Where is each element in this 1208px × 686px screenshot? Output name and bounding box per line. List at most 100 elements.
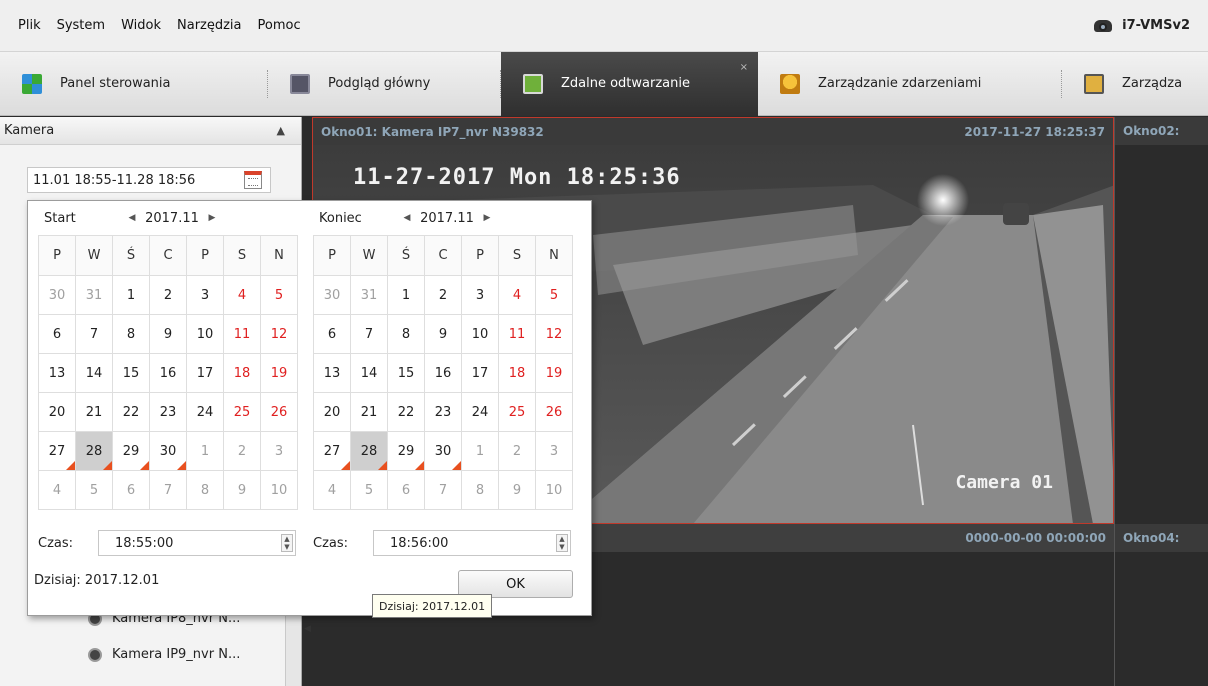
prev-month-icon[interactable]: ◀ xyxy=(122,213,142,223)
time-spinner[interactable]: ▲ ▼ xyxy=(281,534,293,552)
end-day-cell[interactable]: 5 xyxy=(350,470,388,510)
start-time-input[interactable]: 18:55:00 ▲ ▼ xyxy=(98,530,296,556)
end-day-cell[interactable]: 5 xyxy=(535,275,573,315)
end-day-cell[interactable]: 15 xyxy=(387,353,425,393)
end-time-input[interactable]: 18:56:00 ▲ ▼ xyxy=(373,530,571,556)
start-day-cell[interactable]: 31 xyxy=(75,275,113,315)
start-day-cell[interactable]: 27 xyxy=(38,431,76,471)
start-day-cell[interactable]: 3 xyxy=(260,431,298,471)
end-day-cell[interactable]: 16 xyxy=(424,353,462,393)
end-day-cell[interactable]: 29 xyxy=(387,431,425,471)
end-day-cell[interactable]: 3 xyxy=(535,431,573,471)
end-day-cell[interactable]: 1 xyxy=(461,431,499,471)
menu-view[interactable]: Widok xyxy=(113,18,169,33)
end-day-cell[interactable]: 11 xyxy=(498,314,536,354)
start-day-cell[interactable]: 12 xyxy=(260,314,298,354)
tab-event-management[interactable]: Zarządzanie zdarzeniami xyxy=(758,52,1062,116)
end-day-cell[interactable]: 13 xyxy=(313,353,351,393)
calendar-icon[interactable] xyxy=(244,171,262,189)
end-day-cell[interactable]: 1 xyxy=(387,275,425,315)
start-day-cell[interactable]: 30 xyxy=(149,431,187,471)
menu-help[interactable]: Pomoc xyxy=(250,18,309,33)
end-day-cell[interactable]: 20 xyxy=(313,392,351,432)
time-spinner[interactable]: ▲ ▼ xyxy=(556,534,568,552)
end-day-cell[interactable]: 3 xyxy=(461,275,499,315)
start-day-cell[interactable]: 9 xyxy=(223,470,261,510)
start-day-cell[interactable]: 7 xyxy=(149,470,187,510)
start-day-cell[interactable]: 25 xyxy=(223,392,261,432)
start-day-cell[interactable]: 1 xyxy=(112,275,150,315)
menu-file[interactable]: Plik xyxy=(10,18,49,33)
window2-header[interactable]: Okno02: xyxy=(1115,117,1208,145)
next-month-icon[interactable]: ▶ xyxy=(477,213,497,223)
end-day-cell[interactable]: 4 xyxy=(313,470,351,510)
start-day-cell[interactable]: 4 xyxy=(223,275,261,315)
start-day-cell[interactable]: 14 xyxy=(75,353,113,393)
start-day-cell[interactable]: 26 xyxy=(260,392,298,432)
start-day-cell[interactable]: 11 xyxy=(223,314,261,354)
end-day-cell[interactable]: 6 xyxy=(313,314,351,354)
start-day-cell[interactable]: 5 xyxy=(75,470,113,510)
end-day-cell[interactable]: 28 xyxy=(350,431,388,471)
end-day-cell[interactable]: 2 xyxy=(498,431,536,471)
menu-system[interactable]: System xyxy=(49,18,113,33)
start-day-cell[interactable]: 9 xyxy=(149,314,187,354)
end-day-cell[interactable]: 17 xyxy=(461,353,499,393)
start-day-cell[interactable]: 15 xyxy=(112,353,150,393)
start-day-cell[interactable]: 22 xyxy=(112,392,150,432)
end-day-cell[interactable]: 18 xyxy=(498,353,536,393)
prev-month-icon[interactable]: ◀ xyxy=(397,213,417,223)
end-day-cell[interactable]: 27 xyxy=(313,431,351,471)
end-day-cell[interactable]: 25 xyxy=(498,392,536,432)
start-day-cell[interactable]: 23 xyxy=(149,392,187,432)
window1-header[interactable]: Okno01: Kamera IP7_nvr N39832 2017-11-27… xyxy=(312,117,1114,145)
start-day-cell[interactable]: 21 xyxy=(75,392,113,432)
start-day-cell[interactable]: 8 xyxy=(186,470,224,510)
end-day-cell[interactable]: 8 xyxy=(461,470,499,510)
next-month-icon[interactable]: ▶ xyxy=(202,213,222,223)
end-day-cell[interactable]: 8 xyxy=(387,314,425,354)
end-day-cell[interactable]: 2 xyxy=(424,275,462,315)
menu-tools[interactable]: Narzędzia xyxy=(169,18,250,33)
tab-control-panel[interactable]: Panel sterowania xyxy=(0,52,268,116)
end-day-cell[interactable]: 30 xyxy=(424,431,462,471)
end-day-cell[interactable]: 30 xyxy=(313,275,351,315)
tree-item-camera-ip9[interactable]: Kamera IP9_nvr N... xyxy=(88,647,240,662)
start-day-cell[interactable]: 18 xyxy=(223,353,261,393)
start-day-cell[interactable]: 10 xyxy=(260,470,298,510)
camera-panel-header[interactable]: Kamera ▲ xyxy=(0,117,301,145)
start-day-cell[interactable]: 28 xyxy=(75,431,113,471)
tab-remote-playback[interactable]: Zdalne odtwarzanie × xyxy=(501,51,758,116)
end-day-cell[interactable]: 12 xyxy=(535,314,573,354)
tab-management[interactable]: Zarządza xyxy=(1062,52,1208,116)
start-day-cell[interactable]: 17 xyxy=(186,353,224,393)
start-day-cell[interactable]: 2 xyxy=(223,431,261,471)
start-day-cell[interactable]: 2 xyxy=(149,275,187,315)
end-day-cell[interactable]: 24 xyxy=(461,392,499,432)
end-day-cell[interactable]: 7 xyxy=(424,470,462,510)
start-day-cell[interactable]: 6 xyxy=(112,470,150,510)
start-day-cell[interactable]: 16 xyxy=(149,353,187,393)
start-day-cell[interactable]: 13 xyxy=(38,353,76,393)
collapse-icon[interactable]: ▲ xyxy=(277,124,285,137)
end-day-cell[interactable]: 10 xyxy=(535,470,573,510)
start-day-cell[interactable]: 30 xyxy=(38,275,76,315)
start-day-cell[interactable]: 20 xyxy=(38,392,76,432)
end-day-cell[interactable]: 22 xyxy=(387,392,425,432)
end-day-cell[interactable]: 31 xyxy=(350,275,388,315)
window4-header[interactable]: Okno04: xyxy=(1115,524,1208,552)
close-tab-icon[interactable]: × xyxy=(740,62,748,73)
start-day-cell[interactable]: 3 xyxy=(186,275,224,315)
splitter-collapse-icon[interactable]: ◀ xyxy=(304,624,311,634)
end-day-cell[interactable]: 14 xyxy=(350,353,388,393)
start-day-cell[interactable]: 8 xyxy=(112,314,150,354)
end-day-cell[interactable]: 7 xyxy=(350,314,388,354)
end-day-cell[interactable]: 19 xyxy=(535,353,573,393)
end-day-cell[interactable]: 10 xyxy=(461,314,499,354)
start-day-cell[interactable]: 10 xyxy=(186,314,224,354)
start-day-cell[interactable]: 1 xyxy=(186,431,224,471)
end-day-cell[interactable]: 9 xyxy=(424,314,462,354)
end-day-cell[interactable]: 9 xyxy=(498,470,536,510)
end-day-cell[interactable]: 6 xyxy=(387,470,425,510)
today-label[interactable]: Dzisiaj: 2017.12.01 xyxy=(34,573,159,588)
